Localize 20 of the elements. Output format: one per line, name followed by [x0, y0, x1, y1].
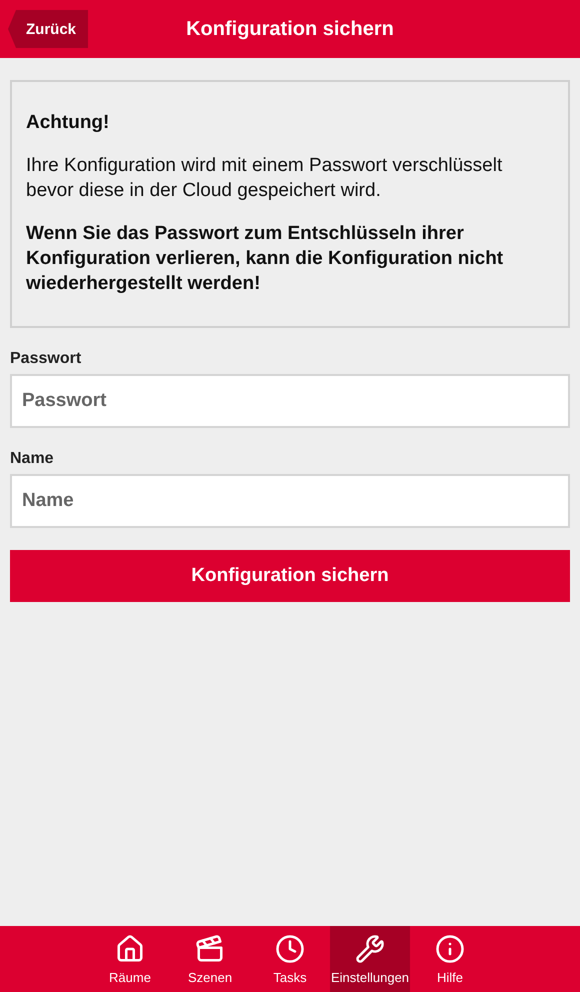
- clapperboard-icon: [195, 934, 225, 964]
- info-text: Ihre Konfiguration wird mit einem Passwort verschlüsselt bevor diese in der Cloud gespeichert wird.: [26, 154, 504, 203]
- wrench-icon: [355, 934, 385, 964]
- nav-tab[interactable]: Hilfe: [410, 926, 490, 992]
- info-icon: [435, 934, 465, 964]
- nav-tab[interactable]: Einstellungen: [330, 926, 410, 992]
- name-field[interactable]: Name: [10, 474, 570, 528]
- warning-text: Wenn Sie das Passwort zum Entschlüsseln ihrer Konfiguration verlieren, kann die Konfiguration nicht wiederhergestellt werden!: [26, 222, 504, 296]
- save-button[interactable]: Konfiguration sichern: [10, 550, 570, 602]
- nav-tab[interactable]: Tasks: [250, 926, 330, 992]
- warning-text: Achtung!: [26, 111, 110, 135]
- field-label: Passwort: [10, 350, 82, 368]
- page-title: Konfiguration sichern: [186, 18, 394, 40]
- nav-tab[interactable]: Räume: [90, 926, 170, 992]
- clock-icon: [275, 934, 305, 964]
- house-icon: [115, 934, 145, 964]
- back-button[interactable]: Zurück: [8, 10, 88, 48]
- nav-tab[interactable]: Szenen: [170, 926, 250, 992]
- field-label: Name: [10, 450, 55, 468]
- password-field[interactable]: Passwort: [10, 374, 570, 428]
